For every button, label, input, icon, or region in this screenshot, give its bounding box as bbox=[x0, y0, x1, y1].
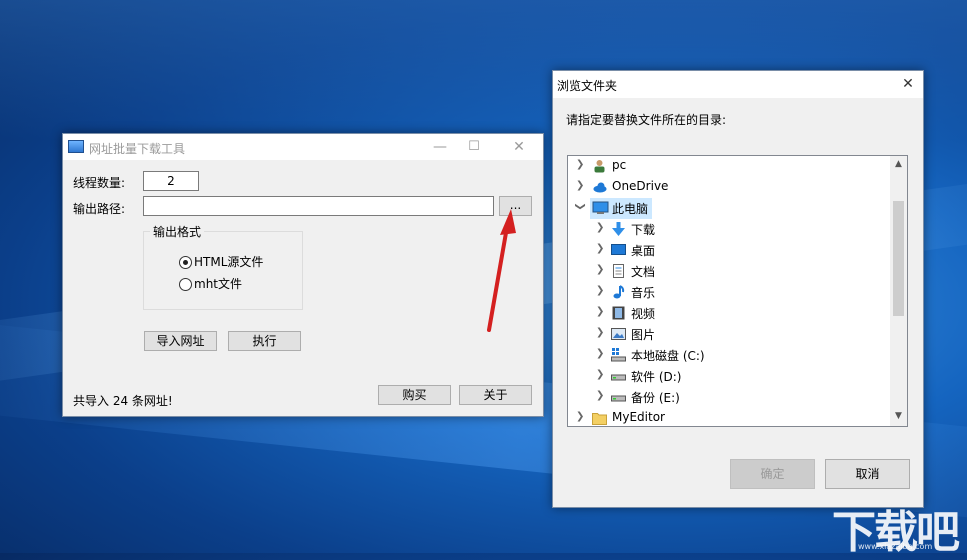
tree-item-label: pc bbox=[612, 158, 627, 172]
annotation-arrow bbox=[487, 209, 516, 332]
folder-tree[interactable]: ❯ pc ❯ OneDrive ❯ 此电脑 ❯ 下载 ❯ 桌面 ❯ 文档 ❯ 音… bbox=[567, 155, 908, 427]
chevron-right-icon[interactable]: ❯ bbox=[596, 327, 604, 338]
tree-item-pictures[interactable]: ❯ 图片 bbox=[568, 324, 888, 345]
tree-item-desktop[interactable]: ❯ 桌面 bbox=[568, 240, 888, 261]
tree-item-label: 文档 bbox=[631, 265, 656, 279]
music-icon bbox=[613, 285, 625, 299]
tree-item-label: 下载 bbox=[631, 223, 656, 237]
mht-radio[interactable] bbox=[179, 278, 192, 291]
computer-icon bbox=[592, 201, 609, 214]
import-urls-button[interactable]: 导入网址 bbox=[144, 331, 217, 351]
tree-item-pc[interactable]: ❯ pc bbox=[568, 156, 888, 177]
dialog-title: 浏览文件夹 bbox=[557, 79, 618, 93]
tree-item-label: 备份 (E:) bbox=[631, 391, 680, 405]
picture-icon bbox=[611, 328, 626, 340]
ok-button[interactable]: 确定 bbox=[730, 459, 815, 489]
html-radio[interactable] bbox=[179, 256, 192, 269]
tree-item-this-pc[interactable]: ❯ 此电脑 bbox=[575, 198, 652, 219]
tree-scrollbar[interactable]: ▲ ▼ bbox=[890, 156, 907, 426]
tree-item-documents[interactable]: ❯ 文档 bbox=[568, 261, 888, 282]
output-format-group: 输出格式 HTML源文件 mht文件 bbox=[143, 223, 303, 310]
tree-item-label: 桌面 bbox=[631, 244, 656, 258]
window-title: 网址批量下载工具 bbox=[89, 142, 186, 156]
chevron-right-icon[interactable]: ❯ bbox=[596, 369, 604, 380]
tree-item-onedrive[interactable]: ❯ OneDrive bbox=[568, 177, 888, 198]
tree-item-label: 软件 (D:) bbox=[631, 370, 682, 384]
url-downloader-window: 网址批量下载工具 — ☐ ✕ 线程数量: 2 输出路径: ... 输出格式 HT… bbox=[62, 133, 544, 417]
chevron-right-icon[interactable]: ❯ bbox=[596, 222, 604, 233]
folder-icon bbox=[592, 413, 607, 425]
scroll-up-icon[interactable]: ▲ bbox=[890, 159, 907, 169]
tree-item-music[interactable]: ❯ 音乐 bbox=[568, 282, 888, 303]
tree-item-drive-d[interactable]: ❯ 软件 (D:) bbox=[568, 366, 888, 387]
title-bar[interactable]: 网址批量下载工具 — ☐ ✕ bbox=[63, 134, 543, 160]
maximize-button[interactable]: ☐ bbox=[459, 137, 489, 157]
tree-item-downloads[interactable]: ❯ 下载 bbox=[568, 219, 888, 240]
tree-item-myeditor[interactable]: ❯ MyEditor bbox=[568, 408, 888, 426]
tree-item-drive-c[interactable]: ❯ 本地磁盘 (C:) bbox=[568, 345, 888, 366]
tree-item-label: 音乐 bbox=[631, 286, 656, 300]
dialog-instruction: 请指定要替换文件所在的目录: bbox=[566, 113, 727, 127]
tree-item-label: 本地磁盘 (C:) bbox=[631, 349, 705, 363]
windows-drive-icon bbox=[611, 348, 626, 362]
chevron-right-icon[interactable]: ❯ bbox=[596, 390, 604, 401]
drive-icon bbox=[611, 395, 626, 402]
minimize-button[interactable]: — bbox=[425, 137, 455, 157]
cancel-button[interactable]: 取消 bbox=[825, 459, 910, 489]
dialog-close-button[interactable]: ✕ bbox=[893, 74, 923, 94]
chevron-right-icon[interactable]: ❯ bbox=[576, 180, 584, 191]
tree-item-videos[interactable]: ❯ 视频 bbox=[568, 303, 888, 324]
scroll-down-icon[interactable]: ▼ bbox=[890, 411, 907, 421]
chevron-down-icon[interactable]: ❯ bbox=[575, 202, 586, 210]
document-icon bbox=[613, 264, 624, 278]
html-option-label[interactable]: HTML源文件 bbox=[194, 253, 263, 270]
chevron-right-icon[interactable]: ❯ bbox=[596, 264, 604, 275]
close-button[interactable]: ✕ bbox=[504, 137, 534, 157]
output-path-label: 输出路径: bbox=[73, 202, 126, 216]
tree-item-label: OneDrive bbox=[612, 179, 669, 193]
scroll-thumb[interactable] bbox=[893, 201, 904, 316]
output-path-input[interactable] bbox=[143, 196, 494, 216]
video-icon bbox=[612, 306, 625, 320]
chevron-right-icon[interactable]: ❯ bbox=[596, 243, 604, 254]
browse-folder-dialog: 浏览文件夹 ✕ 请指定要替换文件所在的目录: ❯ pc ❯ OneDrive ❯… bbox=[552, 70, 924, 508]
chevron-right-icon[interactable]: ❯ bbox=[596, 285, 604, 296]
tree-item-label: 此电脑 bbox=[612, 202, 649, 216]
chevron-right-icon[interactable]: ❯ bbox=[576, 411, 584, 422]
user-icon bbox=[594, 160, 605, 173]
tree-item-label: MyEditor bbox=[612, 410, 665, 424]
mht-option-label[interactable]: mht文件 bbox=[194, 275, 242, 292]
tree-item-label: 图片 bbox=[631, 328, 656, 342]
download-icon bbox=[612, 222, 625, 236]
about-button[interactable]: 关于 bbox=[459, 385, 532, 405]
tree-item-label: 视频 bbox=[631, 307, 656, 321]
run-button[interactable]: 执行 bbox=[228, 331, 301, 351]
chevron-right-icon[interactable]: ❯ bbox=[596, 306, 604, 317]
thread-count-label: 线程数量: bbox=[73, 176, 126, 190]
desktop-icon bbox=[611, 244, 626, 255]
status-text: 共导入 24 条网址! bbox=[73, 394, 173, 408]
drive-icon bbox=[611, 374, 626, 381]
buy-button[interactable]: 购买 bbox=[378, 385, 451, 405]
app-icon bbox=[68, 140, 84, 153]
chevron-right-icon[interactable]: ❯ bbox=[576, 159, 584, 170]
cloud-icon bbox=[593, 182, 607, 193]
watermark-url: www.xiazaiba.com bbox=[858, 542, 933, 551]
output-format-title: 输出格式 bbox=[150, 223, 205, 240]
dialog-title-bar[interactable]: 浏览文件夹 ✕ bbox=[553, 71, 923, 98]
thread-count-input[interactable]: 2 bbox=[143, 171, 199, 191]
tree-item-drive-e[interactable]: ❯ 备份 (E:) bbox=[568, 387, 888, 408]
chevron-right-icon[interactable]: ❯ bbox=[596, 348, 604, 359]
